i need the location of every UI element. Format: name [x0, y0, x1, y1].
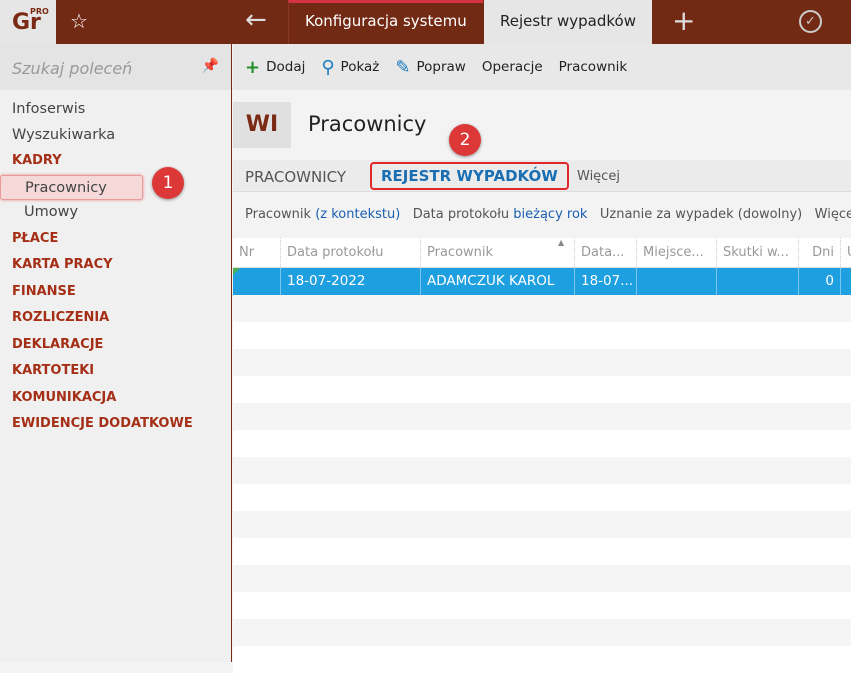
- add-button[interactable]: + Dodaj: [245, 57, 305, 78]
- sidebar-section-rozliczenia[interactable]: ROZLICZENIA: [0, 305, 231, 332]
- filter-label: Data protokołu: [412, 207, 510, 222]
- cell-skutki: [716, 268, 798, 295]
- cell-miejsce: [636, 268, 716, 295]
- top-bar: Gr PRO ☆ ← Konfiguracja systemu Rejestr w…: [0, 0, 851, 44]
- empty-row: [233, 376, 851, 403]
- tab-pracownicy[interactable]: PRACOWNICY: [245, 168, 346, 186]
- search-placeholder: Szukaj poleceń: [12, 59, 133, 78]
- sidebar-item-pracownicy[interactable]: Pracownicy: [0, 174, 143, 200]
- toolbar: + Dodaj ⚲ Pokaż ✎ Popraw Operacje Pracownik: [233, 44, 851, 90]
- sidebar-section-deklaracje[interactable]: DEKLARACJE: [0, 332, 231, 359]
- search-icon: ⚲: [321, 56, 335, 78]
- view-tabs: PRACOWNICY REJESTR WYPADKÓW Więcej: [233, 160, 851, 192]
- table-row-selected[interactable]: 18-07-2022 ADAMCZUK KAROL 18-07... 0: [233, 268, 851, 295]
- empty-row: [233, 646, 851, 673]
- plus-icon: +: [245, 56, 261, 78]
- empty-row: [233, 565, 851, 592]
- empty-row: [233, 322, 851, 349]
- cell-u: [840, 268, 851, 295]
- column-header-data[interactable]: Data...: [574, 238, 636, 267]
- cell-dni: 0: [798, 268, 840, 295]
- empty-row: [233, 538, 851, 565]
- sidebar-section-komunikacja[interactable]: KOMUNIKACJA: [0, 385, 231, 412]
- add-tab-icon[interactable]: +: [672, 4, 695, 37]
- check-icon[interactable]: ✓: [799, 10, 822, 33]
- empty-row: [233, 619, 851, 646]
- column-header-skutki[interactable]: Skutki w...: [716, 238, 798, 267]
- cell-data: 18-07...: [574, 268, 636, 295]
- sidebar-section-place[interactable]: PŁACE: [0, 226, 231, 253]
- sidebar-section-finanse[interactable]: FINANSE: [0, 279, 231, 306]
- column-header-data-protokolu[interactable]: Data protokołu: [280, 238, 420, 267]
- cell-data-protokolu: 18-07-2022: [280, 268, 420, 295]
- filter-value: (z kontekstu): [315, 207, 401, 222]
- edit-label: Popraw: [416, 59, 466, 75]
- sidebar-item-infoserwis[interactable]: Infoserwis: [0, 97, 231, 123]
- show-label: Pokaż: [340, 59, 380, 75]
- empty-row: [233, 592, 851, 619]
- filter-date[interactable]: Data protokołu bieżący rok: [413, 207, 588, 222]
- column-header-pracownik[interactable]: Pracownik: [420, 238, 574, 267]
- annotation-badge-2: 2: [449, 124, 481, 156]
- empty-row: [233, 430, 851, 457]
- cell-nr: [233, 268, 280, 295]
- brush-icon: ✎: [395, 56, 411, 78]
- empty-row: [233, 484, 851, 511]
- empty-row: [233, 457, 851, 484]
- tab-more[interactable]: Więcej: [577, 169, 620, 184]
- back-arrow-icon[interactable]: ←: [245, 5, 267, 35]
- sidebar-section-karta-pracy[interactable]: KARTA PRACY: [0, 252, 231, 279]
- empty-row: [233, 403, 851, 430]
- page-title: Pracownicy: [308, 112, 427, 136]
- column-header-u[interactable]: U: [840, 238, 851, 267]
- sidebar-section-ewidencje[interactable]: EWIDENCJE DODATKOWE: [0, 411, 231, 438]
- cell-pracownik: ADAMCZUK KAROL: [420, 268, 574, 295]
- sidebar-section-kartoteki[interactable]: KARTOTEKI: [0, 358, 231, 385]
- edit-button[interactable]: ✎ Popraw: [395, 57, 465, 78]
- filter-value: bieżący rok: [513, 207, 588, 222]
- sidebar: Szukaj poleceń 📌 Infoserwis Wyszukiwarka …: [0, 44, 232, 662]
- accidents-grid: Nr Data protokołu Pracownik ▲ Data... Miejsce…: [233, 238, 851, 673]
- show-button[interactable]: ⚲ Pokaż: [321, 57, 379, 78]
- filter-label: Pracownik: [245, 207, 312, 222]
- filter-recognition[interactable]: Uznanie za wypadek (dowolny): [600, 207, 802, 222]
- tab-rejestr-wypadkow-view[interactable]: REJESTR WYPADKÓW: [370, 162, 569, 190]
- tab-konfiguracja[interactable]: Konfiguracja systemu: [288, 0, 483, 44]
- app-logo[interactable]: Gr PRO: [0, 0, 56, 44]
- sidebar-item-umowy[interactable]: Umowy: [0, 200, 231, 226]
- sidebar-section-kadry[interactable]: KADRY: [0, 148, 231, 175]
- pin-icon[interactable]: 📌: [202, 58, 219, 74]
- annotation-badge-1: 1: [152, 167, 184, 199]
- empty-row: [233, 511, 851, 538]
- logo-sup: PRO: [30, 7, 49, 16]
- filter-employee[interactable]: Pracownik (z kontekstu): [245, 207, 400, 222]
- column-header-dni[interactable]: Dni: [798, 238, 840, 267]
- employee-button[interactable]: Pracownik: [559, 59, 628, 75]
- filter-more[interactable]: Więcej: [815, 207, 851, 222]
- add-label: Dodaj: [266, 59, 306, 75]
- operations-button[interactable]: Operacje: [482, 59, 543, 75]
- column-header-miejsce[interactable]: Miejsce...: [636, 238, 716, 267]
- star-icon[interactable]: ☆: [70, 9, 88, 33]
- tab-rejestr-wypadkow[interactable]: Rejestr wypadków: [484, 0, 652, 44]
- empty-row: [233, 349, 851, 376]
- column-header-nr[interactable]: Nr: [233, 238, 280, 267]
- sidebar-item-wyszukiwarka[interactable]: Wyszukiwarka: [0, 123, 231, 149]
- module-badge: WI: [233, 102, 291, 148]
- grid-header: Nr Data protokołu Pracownik ▲ Data... Miejsce…: [233, 238, 851, 268]
- empty-row: [233, 295, 851, 322]
- command-search[interactable]: Szukaj poleceń 📌: [0, 44, 231, 90]
- filter-bar: Pracownik (z kontekstu) Data protokołu b…: [245, 207, 851, 222]
